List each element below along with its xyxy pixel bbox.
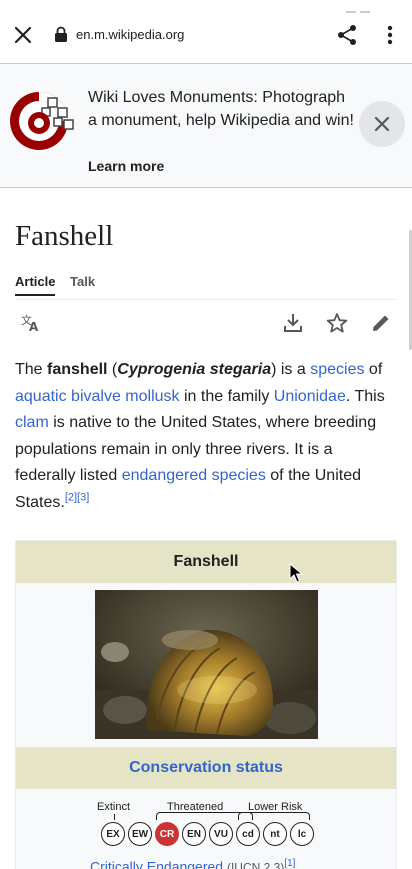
url-text: en.m.wikipedia.org [76, 26, 185, 42]
lower-risk-brace [238, 812, 310, 820]
status-cr[interactable]: CR [155, 822, 179, 846]
article-tabs: Article Talk [15, 274, 397, 300]
language-icon[interactable]: 文 A [20, 312, 42, 334]
tab-talk[interactable]: Talk [70, 274, 95, 289]
page-title: Fanshell [15, 220, 114, 252]
download-icon[interactable] [282, 312, 304, 334]
share-icon[interactable] [336, 24, 358, 46]
browser-toolbar: en.m.wikipedia.org [0, 0, 412, 64]
svg-text:A: A [29, 320, 39, 334]
reference-3[interactable]: [3] [77, 491, 89, 503]
mouse-cursor-icon [289, 563, 303, 583]
iucn-source: (IUCN 2.3) [226, 860, 285, 869]
status-vu[interactable]: VU [209, 822, 233, 846]
status-en[interactable]: EN [182, 822, 206, 846]
infobox-title: Fanshell [16, 541, 396, 583]
learn-more-link[interactable]: Learn more [88, 158, 164, 174]
status-cd[interactable]: cd [236, 822, 260, 846]
lead-text: . This [345, 387, 385, 405]
status-nt[interactable]: nt [263, 822, 287, 846]
lead-text: ( [107, 361, 118, 378]
lead-text: The [15, 361, 48, 378]
critically-endangered-link[interactable]: Critically Endangered [90, 859, 223, 869]
link-endangered-species[interactable]: endangered species [122, 467, 266, 484]
fanshell-photo[interactable] [95, 590, 318, 739]
infobox: Fanshell Conservation status Extinct Thr… [15, 540, 397, 869]
wiki-loves-monuments-logo [10, 92, 74, 150]
lead-bold-name: fanshell [47, 361, 108, 378]
close-icon [374, 116, 390, 132]
watch-star-icon[interactable] [326, 312, 348, 334]
link-species[interactable]: species [310, 361, 364, 378]
conservation-status-heading[interactable]: Conservation status [16, 747, 396, 789]
banner-message: Wiki Loves Monuments: Photograph a monum… [88, 89, 354, 129]
conservation-scale-labels: Extinct Threatened Lower Risk [16, 801, 396, 821]
more-options-icon[interactable] [382, 24, 398, 46]
link-unionidae[interactable]: Unionidae [274, 388, 346, 405]
tab-article[interactable]: Article [15, 274, 56, 296]
lead-text: in the family [179, 387, 274, 405]
extinct-tick [114, 814, 115, 820]
lock-icon [55, 26, 67, 42]
link-aquatic-bivalve-mollusk[interactable]: aquatic bivalve mollusk [15, 388, 180, 405]
campaign-banner: Wiki Loves Monuments: Photograph a monum… [0, 64, 412, 188]
lead-text: ) is a [271, 361, 311, 378]
status-ex[interactable]: EX [101, 822, 125, 846]
status-ew[interactable]: EW [128, 822, 152, 846]
reference-1[interactable]: [1] [284, 858, 295, 869]
status-lc[interactable]: lc [290, 822, 314, 846]
reference-2[interactable]: [2] [65, 491, 77, 503]
address-bar[interactable]: en.m.wikipedia.org [54, 26, 184, 42]
status-bar-indicators [342, 0, 382, 13]
page-actions-toolbar: 文 A [15, 312, 397, 340]
banner-close-button[interactable] [359, 101, 405, 147]
label-extinct: Extinct [97, 801, 131, 813]
fanshell-image [95, 590, 318, 739]
link-clam[interactable]: clam [15, 414, 49, 431]
conservation-scale: EX EW CR EN VU cd nt lc [101, 822, 314, 846]
lead-scientific-name: Cyprogenia stegaria [117, 361, 272, 378]
lead-paragraph: The fanshell (Cyprogenia stegaria) is a … [15, 357, 397, 516]
lead-text: of [364, 361, 383, 378]
conservation-status-line: Critically Endangered (IUCN 2.3)[1] [90, 858, 295, 869]
close-tab-icon[interactable] [12, 24, 34, 46]
edit-pencil-icon[interactable] [370, 312, 392, 334]
